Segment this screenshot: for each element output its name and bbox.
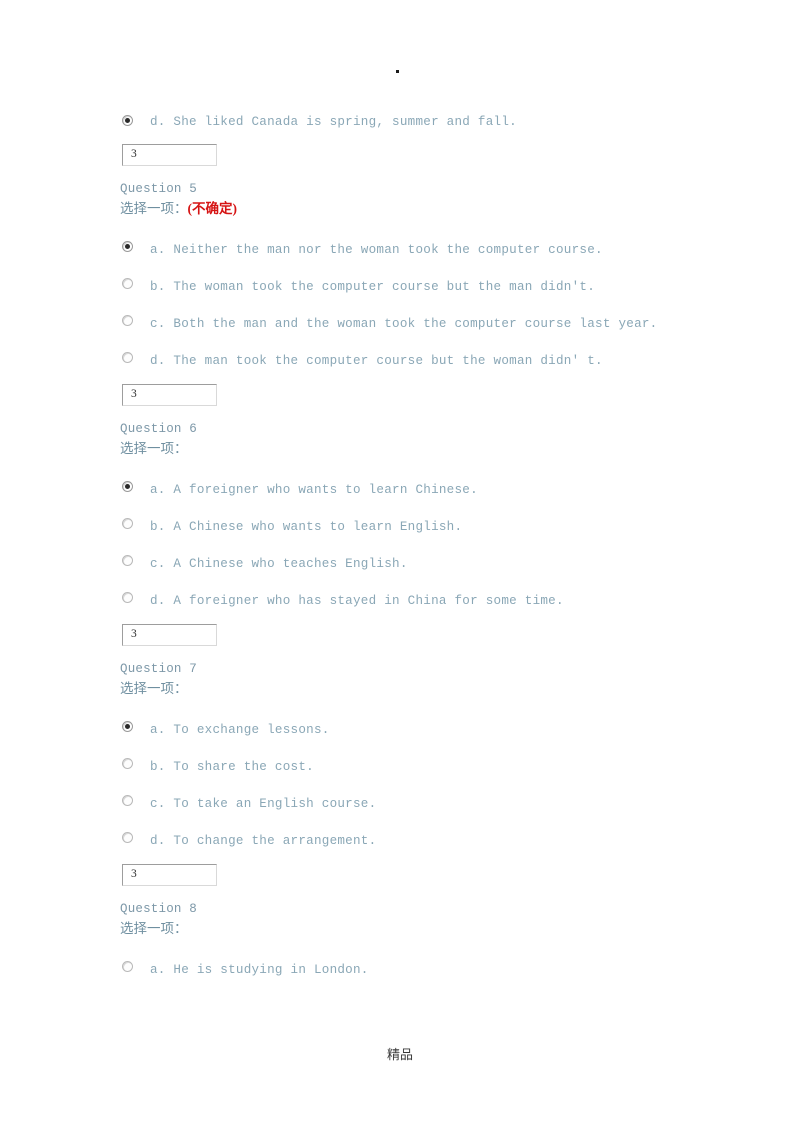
radio-button-selected[interactable] bbox=[122, 241, 133, 252]
question-block-7: Question 7 选择一项： a. To exchange lessons.… bbox=[120, 660, 740, 900]
option-row[interactable]: d. She liked Canada is spring, summer an… bbox=[120, 104, 740, 138]
radio-button[interactable] bbox=[122, 832, 133, 843]
prompt-label: 选择一项： bbox=[120, 441, 188, 456]
option-label: d. The man took the computer course but … bbox=[150, 354, 603, 368]
radio-button[interactable] bbox=[122, 315, 133, 326]
radio-button[interactable] bbox=[122, 961, 133, 972]
top-page-marker-dot bbox=[396, 70, 399, 73]
radio-button[interactable] bbox=[122, 278, 133, 289]
answer-input-value: 3 bbox=[131, 628, 137, 640]
radio-button-selected[interactable] bbox=[122, 481, 133, 492]
radio-button[interactable] bbox=[122, 352, 133, 363]
option-group: a. He is studying in London. bbox=[120, 950, 740, 987]
option-row[interactable]: d. A foreigner who has stayed in China f… bbox=[120, 581, 740, 618]
radio-button[interactable] bbox=[122, 758, 133, 769]
radio-button[interactable] bbox=[122, 592, 133, 603]
option-label: d. She liked Canada is spring, summer an… bbox=[150, 115, 517, 129]
document-page: d. She liked Canada is spring, summer an… bbox=[0, 0, 800, 1132]
question-prompt: 选择一项： bbox=[120, 439, 740, 458]
question-heading: Question 7 bbox=[120, 662, 198, 676]
answer-input-value: 3 bbox=[131, 868, 137, 880]
radio-button[interactable] bbox=[122, 518, 133, 529]
footer-label: 精品 bbox=[386, 1047, 413, 1062]
option-group: a. To exchange lessons. b. To share the … bbox=[120, 710, 740, 858]
question-prompt: 选择一项： bbox=[120, 919, 740, 938]
option-label: c. To take an English course. bbox=[150, 797, 377, 811]
radio-button[interactable] bbox=[122, 555, 133, 566]
option-label: d. A foreigner who has stayed in China f… bbox=[150, 594, 564, 608]
question-heading: Question 5 bbox=[120, 182, 198, 196]
question-prompt: 选择一项： bbox=[120, 679, 740, 698]
prompt-label: 选择一项： bbox=[120, 681, 188, 696]
option-label: c. Both the man and the woman took the c… bbox=[150, 317, 658, 331]
option-label: c. A Chinese who teaches English. bbox=[150, 557, 408, 571]
radio-button-selected[interactable] bbox=[122, 115, 133, 126]
answer-input-value: 3 bbox=[131, 388, 137, 400]
question-block-8: Question 8 选择一项： a. He is studying in Lo… bbox=[120, 900, 740, 987]
option-group: a. A foreigner who wants to learn Chines… bbox=[120, 470, 740, 618]
option-row[interactable]: a. A foreigner who wants to learn Chines… bbox=[120, 470, 740, 507]
option-label: b. To share the cost. bbox=[150, 760, 314, 774]
option-label: b. The woman took the computer course bu… bbox=[150, 280, 596, 294]
question-heading: Question 6 bbox=[120, 422, 198, 436]
option-row[interactable]: a. To exchange lessons. bbox=[120, 710, 740, 747]
option-label: b. A Chinese who wants to learn English. bbox=[150, 520, 463, 534]
option-row[interactable]: c. Both the man and the woman took the c… bbox=[120, 304, 740, 341]
option-row[interactable]: d. To change the arrangement. bbox=[120, 821, 740, 858]
radio-button[interactable] bbox=[122, 795, 133, 806]
option-row[interactable]: b. To share the cost. bbox=[120, 747, 740, 784]
answer-input-box[interactable]: 3 bbox=[122, 144, 217, 166]
option-row[interactable]: d. The man took the computer course but … bbox=[120, 341, 740, 378]
option-label: a. To exchange lessons. bbox=[150, 723, 330, 737]
page-footer: 精品 bbox=[0, 1044, 800, 1063]
quiz-content: d. She liked Canada is spring, summer an… bbox=[120, 104, 740, 987]
option-row[interactable]: c. To take an English course. bbox=[120, 784, 740, 821]
question-block-6: Question 6 选择一项： a. A foreigner who want… bbox=[120, 420, 740, 660]
option-label: a. He is studying in London. bbox=[150, 963, 369, 977]
answer-input-box[interactable]: 3 bbox=[122, 624, 217, 646]
uncertain-note: (不确定) bbox=[187, 201, 238, 216]
option-label: a. Neither the man nor the woman took th… bbox=[150, 243, 603, 257]
option-label: d. To change the arrangement. bbox=[150, 834, 377, 848]
option-group: a. Neither the man nor the woman took th… bbox=[120, 230, 740, 378]
answer-input-box[interactable]: 3 bbox=[122, 384, 217, 406]
option-label: a. A foreigner who wants to learn Chines… bbox=[150, 483, 478, 497]
option-row[interactable]: c. A Chinese who teaches English. bbox=[120, 544, 740, 581]
option-row[interactable]: b. A Chinese who wants to learn English. bbox=[120, 507, 740, 544]
prompt-label: 选择一项： bbox=[120, 921, 188, 936]
option-row[interactable]: b. The woman took the computer course bu… bbox=[120, 267, 740, 304]
leading-option-group: d. She liked Canada is spring, summer an… bbox=[120, 104, 740, 138]
answer-input-value: 3 bbox=[131, 148, 137, 160]
prompt-label: 选择一项： bbox=[120, 201, 188, 216]
question-heading: Question 8 bbox=[120, 902, 198, 916]
answer-input-box[interactable]: 3 bbox=[122, 864, 217, 886]
question-prompt: 选择一项：(不确定) bbox=[120, 199, 740, 218]
question-block-5: Question 5 选择一项：(不确定) a. Neither the man… bbox=[120, 180, 740, 420]
radio-button-selected[interactable] bbox=[122, 721, 133, 732]
option-row[interactable]: a. Neither the man nor the woman took th… bbox=[120, 230, 740, 267]
option-row[interactable]: a. He is studying in London. bbox=[120, 950, 740, 987]
